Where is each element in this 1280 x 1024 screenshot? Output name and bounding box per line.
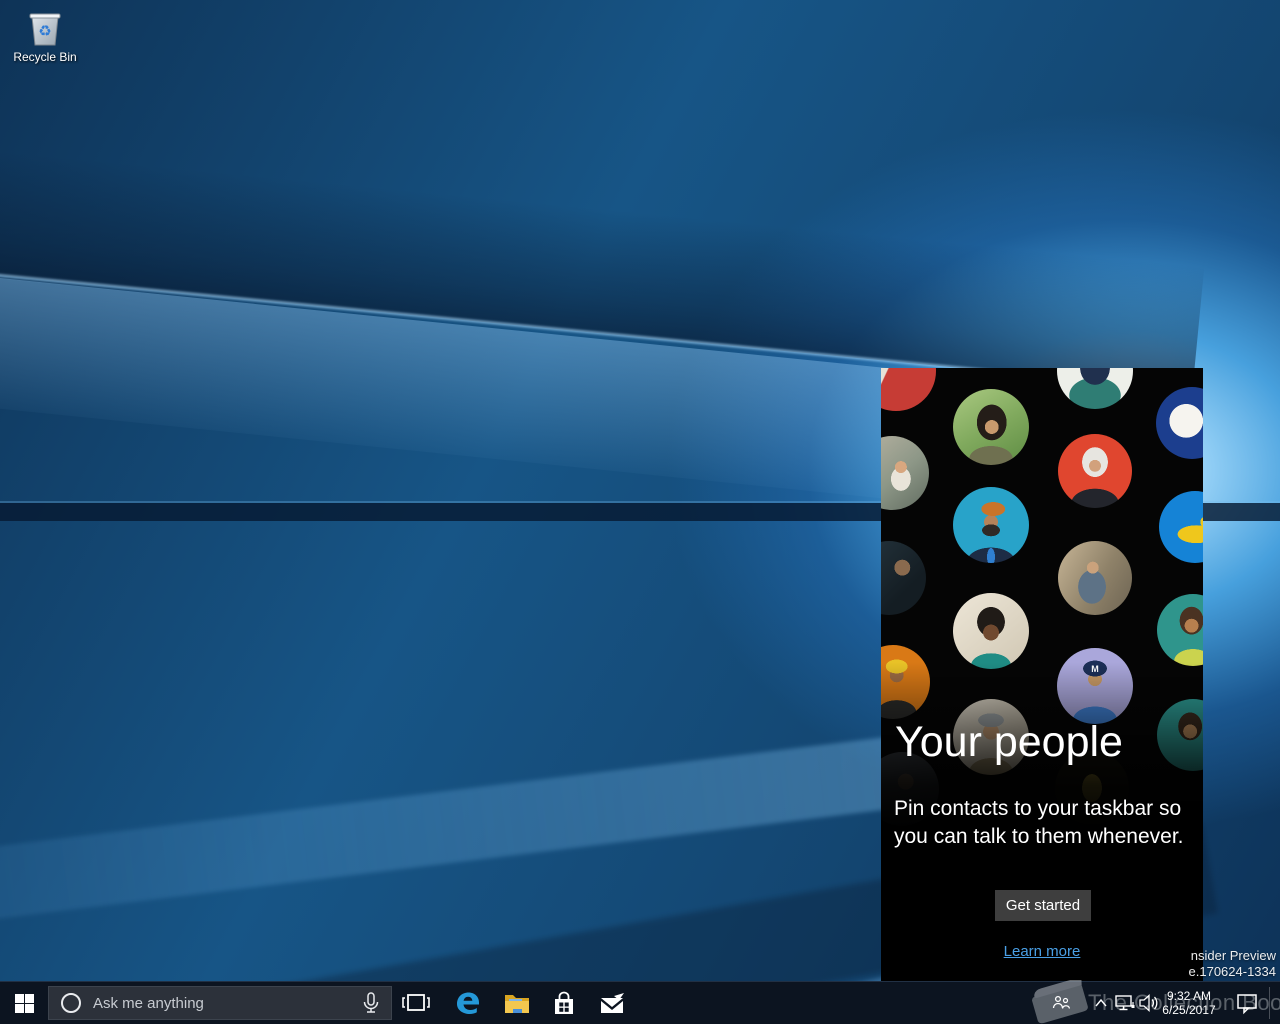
task-view-button[interactable] <box>396 982 436 1024</box>
clock[interactable]: 9:32 AM 6/25/2017 <box>1160 982 1218 1024</box>
avatar-illustration-woman-teal-yellow-shirt <box>1157 594 1203 666</box>
microphone-icon[interactable] <box>361 991 381 1015</box>
speaker-icon <box>1138 993 1160 1013</box>
avatar-illustration-dancer-white <box>1057 368 1133 409</box>
recycle-bin-shortcut[interactable]: ♻ Recycle Bin <box>8 8 82 64</box>
avatar-photo-laughing-woman-braids <box>953 593 1029 669</box>
watermark-line1: nsider Preview <box>1189 948 1276 964</box>
network-icon <box>1114 993 1136 1013</box>
action-center-icon <box>1235 991 1259 1015</box>
panel-description-line2: you can talk to them whenever. <box>894 823 1194 851</box>
tray-people-button[interactable] <box>1050 982 1072 1024</box>
avatar-illustration-grandma-red <box>1058 434 1132 508</box>
network-tray-button[interactable] <box>1114 982 1136 1024</box>
edge-button[interactable] <box>444 982 492 1024</box>
cortana-search-box[interactable]: Ask me anything <box>48 986 392 1020</box>
pinned-apps <box>444 982 636 1024</box>
windows-logo-icon <box>15 994 34 1013</box>
avatar-photo-red-white-corner <box>881 368 936 411</box>
avatar-illustration-baseball-blue <box>1156 387 1203 459</box>
panel-description-line1: Pin contacts to your taskbar so <box>894 795 1194 823</box>
avatar-photo-toddler-collage <box>881 436 929 510</box>
edge-icon <box>454 989 482 1017</box>
avatar-photo-man-floral-shirt <box>881 541 926 615</box>
mail-icon <box>598 990 626 1016</box>
svg-text:♻: ♻ <box>38 23 51 40</box>
avatar-illustration-yellow-submarine <box>1159 491 1203 563</box>
store-icon <box>550 989 578 1017</box>
avatar-illustration-man-orange-yellow-cap <box>881 645 930 719</box>
start-button[interactable] <box>0 982 48 1024</box>
clock-time: 9:32 AM <box>1167 989 1211 1003</box>
taskbar: Ask me anything <box>0 981 1280 1024</box>
your-people-flyout: M Your people Pin contacts to your taskb… <box>881 368 1203 981</box>
show-desktop-button[interactable] <box>1270 982 1280 1024</box>
avatar-illustration-man-purple-m-cap: M <box>1057 648 1133 724</box>
learn-more-link[interactable]: Learn more <box>881 943 1203 960</box>
file-explorer-button[interactable] <box>492 982 540 1024</box>
avatar-cap-letter: M <box>1057 664 1133 674</box>
cortana-ring-icon <box>61 993 81 1013</box>
volume-tray-button[interactable] <box>1138 982 1160 1024</box>
wallpaper-beam <box>0 148 1204 390</box>
screen: ♻ Recycle Bin M Your people Pin contacts… <box>0 0 1280 1024</box>
recycle-bin-icon: ♻ <box>26 8 64 48</box>
file-explorer-icon <box>502 989 530 1017</box>
watermark-line2: e.170624-1334 <box>1189 964 1276 980</box>
show-hidden-icons-button[interactable] <box>1092 982 1110 1024</box>
avatar-illustration-woman-teal-dim <box>1157 699 1203 771</box>
clock-date: 6/25/2017 <box>1162 1003 1215 1017</box>
avatar-photo-woman-green-building <box>953 389 1029 465</box>
store-button[interactable] <box>540 982 588 1024</box>
action-center-button[interactable] <box>1234 982 1260 1024</box>
recycle-bin-label: Recycle Bin <box>8 50 82 64</box>
search-input[interactable]: Ask me anything <box>93 995 361 1012</box>
panel-description: Pin contacts to your taskbar so you can … <box>894 795 1194 851</box>
task-view-icon <box>401 991 431 1015</box>
people-icon <box>1051 994 1071 1012</box>
insider-preview-watermark: nsider Preview e.170624-1334 <box>1189 948 1276 980</box>
chevron-up-icon <box>1094 998 1108 1008</box>
avatar-illustration-bearded-man-teal <box>953 487 1029 563</box>
avatar-photo-man-workshop <box>1058 541 1132 615</box>
mail-button[interactable] <box>588 982 636 1024</box>
panel-title: Your people <box>895 718 1123 767</box>
get-started-button[interactable]: Get started <box>995 890 1091 921</box>
